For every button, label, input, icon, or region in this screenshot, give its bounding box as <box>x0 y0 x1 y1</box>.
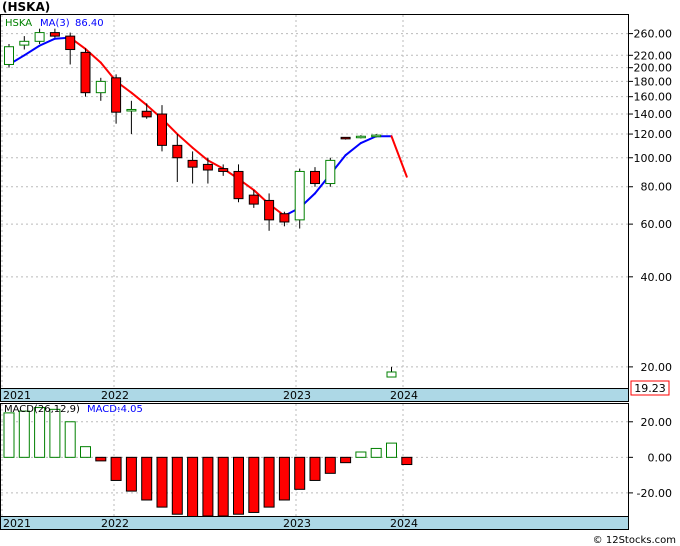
macd-bar <box>340 456 352 464</box>
candle-body <box>157 113 167 146</box>
macd-bar <box>233 456 244 515</box>
macd-bar <box>355 451 367 458</box>
candle <box>4 43 14 68</box>
price-y-tick-label: 120.00 <box>634 128 673 141</box>
candle-body <box>187 159 198 168</box>
price-y-tick-label: 220.00 <box>634 49 673 62</box>
price-y-tick-label: 80.00 <box>641 181 673 194</box>
price-y-tick-label: 100.00 <box>634 152 673 165</box>
macd-y-tick-label: 20.00 <box>641 416 673 429</box>
macd-bar <box>217 456 229 517</box>
price-x-tick-label: 2021 <box>3 389 31 402</box>
candle-body <box>355 135 366 139</box>
price-y-tick-label: 180.00 <box>634 75 673 88</box>
price-y-tick-label: 200.00 <box>634 62 673 75</box>
candle-body <box>294 170 305 221</box>
last-price-value: 19.23 <box>634 382 666 395</box>
candle-body <box>386 371 397 378</box>
candle <box>325 157 336 187</box>
candle-body <box>233 170 244 200</box>
macd-y-axis: 20.00 0.00 -20.00 <box>628 416 672 500</box>
stock-chart: 260.00 220.00200.00180.00 160.00 140.00 120.… <box>0 0 676 546</box>
candle-body <box>141 110 152 118</box>
price-x-tick-label: 2022 <box>101 389 129 402</box>
candle-body <box>95 80 106 94</box>
macd-x-axis-band <box>0 516 629 530</box>
macd-bar <box>171 456 183 515</box>
candle <box>340 136 351 140</box>
macd-bar <box>3 412 15 458</box>
candle-body <box>218 168 229 172</box>
macd-bar <box>324 456 336 474</box>
site-credit: © 12Stocks.com <box>593 535 676 546</box>
candle-body <box>248 194 259 205</box>
candle-body <box>65 35 76 51</box>
ma-legend-label: MA(3) <box>40 18 70 29</box>
macd-bar <box>309 456 321 481</box>
macd-bar <box>386 442 397 458</box>
macd-bar <box>125 456 137 492</box>
candle-body <box>4 46 14 65</box>
candle-body <box>34 32 45 42</box>
price-x-tick-label: 2024 <box>390 389 418 402</box>
candle <box>294 168 305 229</box>
macd-bar <box>278 456 290 501</box>
candle-body <box>80 51 91 94</box>
macd-bar <box>95 456 107 462</box>
price-y-tick-label: 60.00 <box>641 218 673 231</box>
price-y-tick-label: 40.00 <box>641 271 673 284</box>
price-x-tick-label: 2023 <box>283 389 311 402</box>
macd-x-tick-label: 2022 <box>101 517 129 530</box>
price-y-axis: 260.00 220.00200.00180.00 160.00 140.00 120.… <box>628 28 672 374</box>
macd-bar <box>110 456 122 481</box>
candle-body <box>371 134 382 138</box>
macd-y-tick-label: 0.00 <box>648 451 673 464</box>
macd-legend-value: -4.05 <box>117 404 143 415</box>
macd-y-tick-label: -20.00 <box>637 487 672 500</box>
macd-bar <box>202 456 214 517</box>
ticker-legend: HSKA <box>5 18 32 29</box>
macd-legend: MACD(26,12,9) <box>4 404 80 415</box>
macd-bar <box>401 456 413 466</box>
candle-body <box>310 170 320 185</box>
macd-bar <box>18 410 30 458</box>
candle-body <box>126 108 137 112</box>
macd-bar <box>80 446 91 458</box>
macd-x-tick-label: 2021 <box>3 517 31 530</box>
macd-bar <box>141 456 153 501</box>
candle-body <box>19 40 30 46</box>
candle-body <box>340 136 351 140</box>
macd-bar <box>34 407 46 458</box>
macd-bar <box>187 456 199 519</box>
macd-bar <box>156 456 168 508</box>
macd-bar <box>64 421 76 458</box>
candle-body <box>202 163 213 171</box>
candle-body <box>264 199 275 221</box>
candle-body <box>49 32 60 37</box>
macd-bar <box>49 408 61 458</box>
price-y-tick-label: 260.00 <box>634 28 673 41</box>
candle-body <box>279 213 290 223</box>
price-x-axis-band <box>0 388 629 402</box>
price-y-tick-label: 160.00 <box>634 91 673 104</box>
price-panel-frame <box>0 14 629 389</box>
candle-body <box>172 144 183 159</box>
candle-body <box>325 159 336 185</box>
macd-bar <box>263 456 275 508</box>
macd-bar <box>248 456 260 513</box>
candle <box>80 48 91 97</box>
ma-legend-value: 86.40 <box>75 18 104 29</box>
macd-bar <box>294 456 306 490</box>
price-y-tick-label: 140.00 <box>634 108 673 121</box>
candle-body <box>111 77 122 113</box>
chart-title: (HSKA) <box>2 0 50 14</box>
macd-bar <box>370 447 382 458</box>
price-y-tick-label: 20.00 <box>641 361 673 374</box>
macd-legend-label: MACD: <box>87 404 120 415</box>
macd-x-tick-label: 2024 <box>390 517 418 530</box>
macd-x-tick-label: 2023 <box>283 517 311 530</box>
